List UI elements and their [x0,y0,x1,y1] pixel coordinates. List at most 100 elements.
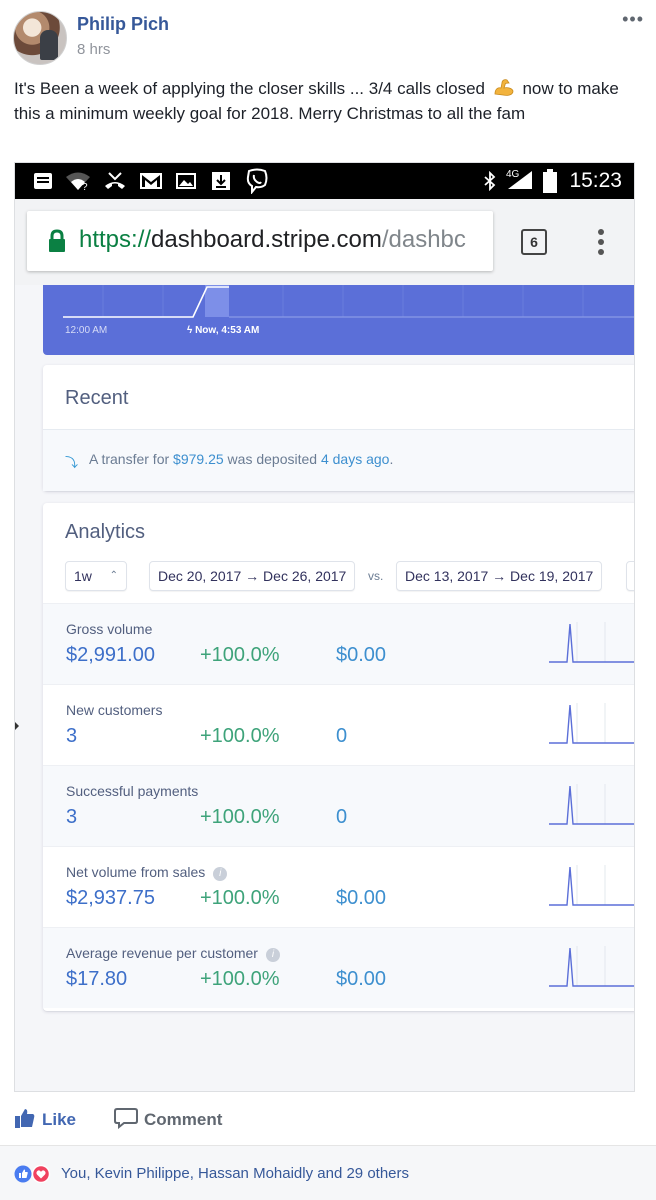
metric-sparkline [549,703,634,744]
transfer-middle: was deposited [227,451,318,467]
dashboard-page: 12:00 AM ϟ Now, 4:53 AM Recent ⤵ A trans… [15,285,634,1091]
post-actions: Like Comment [0,1098,656,1142]
metric-sparkline [549,946,634,987]
metric-row[interactable]: Average revenue per customer i $17.80 +100.… [43,927,634,1008]
transfer-icon: ⤵ [65,455,79,470]
status-bar: ? 4G 15:23 [15,163,634,199]
info-icon[interactable]: i [213,867,228,881]
metric-name: New customers [66,702,162,718]
thumbs-up-icon [15,1109,35,1128]
comment-button[interactable]: Comment [114,1107,222,1130]
transfer-when[interactable]: 4 days ago [321,451,390,467]
author-name[interactable]: Philip Pich [77,14,169,35]
transfer-prefix: A transfer for [89,451,170,467]
transfer-amount[interactable]: $979.25 [173,451,224,467]
period-value: 1w [74,568,92,584]
metric-name-text: New customers [66,702,163,718]
metric-sparkline [549,784,634,825]
metric-name: Average revenue per customer i [66,945,280,962]
flexed-biceps-icon [494,79,514,96]
scroll-indicator-icon [15,722,19,730]
info-icon[interactable]: i [265,948,280,962]
viber-icon [246,168,268,194]
tab-switcher-button[interactable]: 6 [521,229,547,255]
image-icon [176,173,196,189]
like-label: Like [42,1110,77,1129]
metric-value: 3 [66,806,78,828]
metric-row[interactable]: New customers 3 +100.0% 0 [43,684,634,765]
more-options-icon[interactable]: ••• [622,9,644,30]
previous-range-picker[interactable]: Dec 13, 2017 → Dec 19, 2017 [396,561,603,591]
metric-change: +100.0% [200,725,280,747]
metric-row[interactable]: Gross volume $2,991.00 +100.0% $0.00 [43,603,634,684]
signal-icon [508,171,532,189]
chart-now-text: Now, 4:53 AM [195,325,260,336]
lightning-icon: ϟ [187,325,196,336]
metric-name-text: Successful payments [66,783,199,799]
author-avatar[interactable] [13,11,67,65]
metric-change: +100.0% [200,644,280,666]
metric-value: $2,991.00 [66,644,155,666]
reaction-icons [14,1165,51,1183]
metric-name-text: Net volume from sales [66,864,206,880]
analytics-card: Analytics 1w ⌃ Dec 20, 2017 → Dec 26, 20… [43,503,634,1011]
metric-name: Net volume from sales i [66,864,228,881]
url-scheme: https:// [79,226,152,253]
post-timestamp[interactable]: 8 hrs [77,41,110,58]
metric-value: 3 [66,725,78,747]
reactions-summary[interactable]: You, Kevin Philippe, Hassan Mohaidly and… [61,1165,409,1182]
chart-now-label: ϟ Now, 4:53 AM [187,325,259,336]
notification-icon [34,173,52,189]
period-select[interactable]: 1w ⌃ [65,561,127,591]
chart-start-label: 12:00 AM [65,325,108,336]
browser-menu-icon[interactable] [593,226,609,260]
gmail-icon [140,173,162,189]
metric-row[interactable]: Net volume from sales i $2,937.75 +100.0% $0… [43,846,634,927]
metric-previous: $0.00 [336,644,387,666]
metric-name: Successful payments [66,783,198,799]
metric-value: $2,937.75 [66,887,155,909]
transfer-text: A transfer for $979.25 was deposited 4 d… [89,451,393,467]
metric-name-text: Average revenue per customer [66,945,258,961]
metric-value: $17.80 [66,968,128,990]
post-header: Philip Pich 8 hrs ••• [0,0,656,70]
comment-label: Comment [144,1110,223,1129]
like-button[interactable]: Like [14,1107,76,1130]
recent-card: Recent ⤵ A transfer for $979.25 was depo… [43,365,634,491]
url-path: /dashbc [381,226,466,253]
address-bar[interactable]: https://dashboard.stripe.com/dashbc [27,211,493,271]
comment-icon [114,1108,138,1130]
metric-sparkline [549,622,634,663]
today-volume-line [63,286,229,318]
url-text[interactable]: https://dashboard.stripe.com/dashbc [79,226,487,254]
attached-screenshot[interactable]: ? 4G 15:23 https://dashboard.stripe.com/… [14,162,635,1092]
reactions-bar[interactable]: You, Kevin Philippe, Hassan Mohaidly and… [0,1145,656,1200]
recent-title: Recent [65,387,129,409]
metric-row[interactable]: Successful payments 3 +100.0% 0 [43,765,634,846]
metrics-list: Gross volume $2,991.00 +100.0% $0.00 New cus… [43,603,634,1008]
wifi-icon: ? [66,172,90,191]
analytics-title: Analytics [65,521,146,543]
metric-previous: 0 [336,806,348,828]
bluetooth-icon [484,171,496,191]
battery-icon [543,169,557,193]
metric-name-text: Gross volume [66,621,153,637]
status-time: 15:23 [569,169,622,192]
missed-call-icon [105,172,125,189]
recent-transfer-row[interactable]: ⤵ A transfer for $979.25 was deposited 4… [43,429,634,491]
metric-change: +100.0% [200,968,280,990]
post-text-part-1: It's Been a week of applying the closer … [14,79,485,98]
metric-previous: $0.00 [336,887,387,909]
url-host: dashboard.stripe.com [151,226,382,253]
transfer-suffix: . [389,451,394,467]
download-icon [212,172,230,190]
svg-text:?: ? [82,182,88,191]
metric-previous: 0 [336,725,348,747]
metric-sparkline [549,865,634,906]
current-range-picker[interactable]: Dec 20, 2017 → Dec 26, 2017 [149,561,356,591]
browser-toolbar: https://dashboard.stripe.com/dashbc 6 [15,199,634,285]
vs-label: vs. [368,569,384,583]
lock-icon [49,229,65,252]
more-filters-button[interactable] [626,561,634,591]
metric-previous: $0.00 [336,968,387,990]
